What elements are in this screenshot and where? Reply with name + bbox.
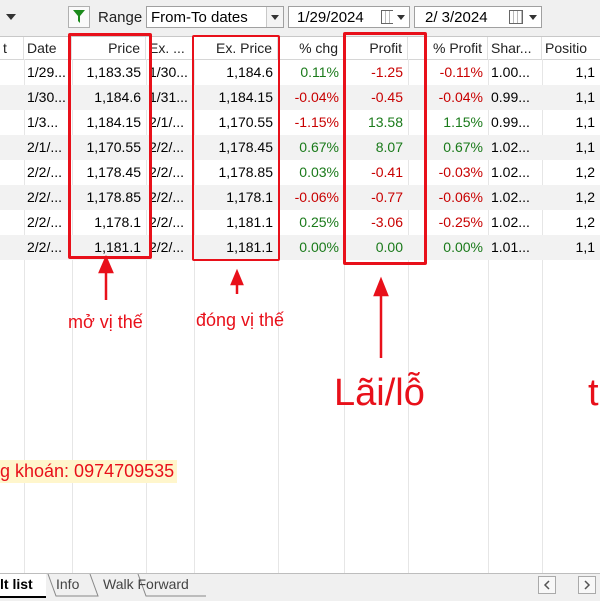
- chevron-right-icon: [584, 580, 591, 590]
- arrow-head: [373, 276, 389, 297]
- tab-bar: lt list Info Walk Forward: [0, 573, 600, 601]
- tab-label: Info: [56, 576, 80, 592]
- arrow-head: [98, 254, 114, 274]
- partial-annotation: t: [588, 372, 599, 414]
- tab-result-list[interactable]: lt list: [0, 574, 46, 598]
- annotation-arrows: [98, 254, 389, 358]
- tab-label: lt list: [0, 576, 33, 592]
- arrow-head: [230, 268, 244, 286]
- contact-banner: g khoán: 0974709535: [0, 460, 178, 483]
- chevron-left-icon: [543, 580, 550, 590]
- scroll-left-button[interactable]: [538, 576, 556, 594]
- profit-loss-label: Lãi/lỗ: [334, 372, 425, 414]
- tab-label: Walk Forward: [103, 576, 189, 592]
- close-position-label: đóng vị thế: [196, 310, 285, 330]
- tab-info[interactable]: Info: [56, 574, 79, 596]
- scroll-right-button[interactable]: [578, 576, 596, 594]
- tab-walk-forward[interactable]: Walk Forward: [103, 574, 189, 596]
- open-position-label: mở vị thế: [68, 312, 143, 332]
